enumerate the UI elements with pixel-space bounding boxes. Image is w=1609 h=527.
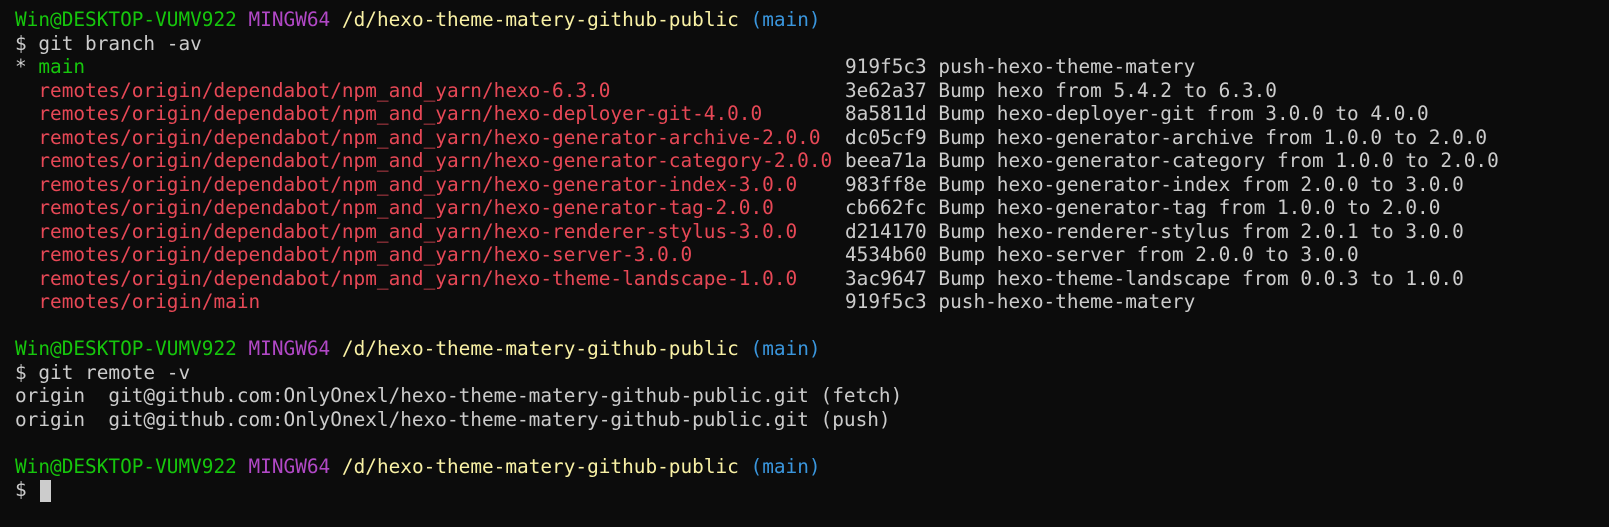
- commit-message: Bump hexo-renderer-stylus from 2.0.1 to …: [938, 219, 1464, 243]
- prompt-path: /d/hexo-theme-matery-github-public: [341, 8, 739, 31]
- commit-hash: 983ff8e: [845, 172, 927, 196]
- branch-prefix: [15, 102, 38, 125]
- branch-name: remotes/origin/dependabot/npm_and_yarn/h…: [38, 243, 693, 266]
- branch-prefix: [15, 79, 38, 102]
- commit-message: push-hexo-theme-matery: [938, 55, 1196, 78]
- branch-row: remotes/origin/dependabot/npm_and_yarn/h…: [15, 243, 1609, 267]
- prompt-git-branch: (main): [750, 454, 821, 478]
- prompt-user-host: Win@DESKTOP-VUMV922: [15, 8, 237, 31]
- commit-hash: cb662fc: [845, 196, 927, 219]
- branch-name: remotes/origin/dependabot/npm_and_yarn/h…: [38, 149, 833, 172]
- remote-url: git@github.com:OnlyOnexl/hexo-theme-mate…: [108, 384, 809, 407]
- branch-prefix: [15, 173, 38, 196]
- commit-hash: 3ac9647: [845, 266, 927, 290]
- branch-prefix: [15, 267, 38, 290]
- branch-row: * main 919f5c3 push-hexo-theme-matery: [15, 55, 1609, 79]
- command-text: $ git branch -av: [15, 31, 202, 55]
- commit-message: Bump hexo-generator-index from 2.0.0 to …: [938, 172, 1464, 196]
- remote-type: (push): [820, 407, 891, 431]
- terminal-window[interactable]: Win@DESKTOP-VUMV922 MINGW64 /d/hexo-them…: [0, 0, 1609, 527]
- branch-name: remotes/origin/dependabot/npm_and_yarn/h…: [38, 219, 798, 243]
- branch-prefix: [15, 126, 38, 149]
- branch-row: remotes/origin/dependabot/npm_and_yarn/h…: [15, 196, 1609, 220]
- remote-type: (fetch): [820, 384, 903, 407]
- remote-url: git@github.com:OnlyOnexl/hexo-theme-mate…: [108, 407, 809, 431]
- text-cursor: [40, 479, 52, 502]
- prompt-user-host: Win@DESKTOP-VUMV922: [15, 454, 237, 478]
- branch-name: remotes/origin/dependabot/npm_and_yarn/h…: [38, 172, 798, 196]
- branch-name: remotes/origin/dependabot/npm_and_yarn/h…: [38, 266, 798, 290]
- branch-name: main: [38, 55, 86, 78]
- commit-hash: 919f5c3: [845, 290, 927, 313]
- branch-prefix: [15, 220, 38, 243]
- branch-row: remotes/origin/dependabot/npm_and_yarn/h…: [15, 220, 1609, 244]
- command-line: $ git branch -av: [15, 32, 1609, 56]
- prompt-line: Win@DESKTOP-VUMV922 MINGW64 /d/hexo-them…: [15, 455, 1609, 479]
- commit-message: push-hexo-theme-matery: [938, 290, 1196, 313]
- branch-row: remotes/origin/main 919f5c3 push-hexo-the…: [15, 290, 1609, 314]
- branch-row: remotes/origin/dependabot/npm_and_yarn/h…: [15, 126, 1609, 150]
- branch-prefix: [15, 290, 38, 313]
- commit-hash: d214170: [845, 219, 927, 243]
- command-line: $ git remote -v: [15, 361, 1609, 385]
- prompt-git-branch: (main): [750, 337, 821, 360]
- prompt-shell: MINGW64: [248, 337, 331, 360]
- command-text: $ git remote -v: [15, 360, 191, 384]
- commit-message: Bump hexo-generator-category from 1.0.0 …: [938, 149, 1499, 172]
- branch-row: remotes/origin/dependabot/npm_and_yarn/h…: [15, 102, 1609, 126]
- prompt-shell: MINGW64: [248, 454, 331, 478]
- commit-hash: beea71a: [845, 149, 927, 172]
- command-text: $: [15, 478, 27, 501]
- commit-hash: 919f5c3: [845, 55, 927, 78]
- branch-row: remotes/origin/dependabot/npm_and_yarn/h…: [15, 149, 1609, 173]
- branch-name: remotes/origin/dependabot/npm_and_yarn/h…: [38, 125, 821, 149]
- prompt-line: Win@DESKTOP-VUMV922 MINGW64 /d/hexo-them…: [15, 337, 1609, 361]
- commit-message: Bump hexo-theme-landscape from 0.0.3 to …: [938, 266, 1464, 290]
- branch-row: remotes/origin/dependabot/npm_and_yarn/h…: [15, 267, 1609, 291]
- branch-row: remotes/origin/dependabot/npm_and_yarn/h…: [15, 79, 1609, 103]
- branch-name: remotes/origin/dependabot/npm_and_yarn/h…: [38, 78, 611, 102]
- prompt-line: Win@DESKTOP-VUMV922 MINGW64 /d/hexo-them…: [15, 8, 1609, 32]
- prompt-git-branch: (main): [750, 8, 821, 31]
- branch-name: remotes/origin/dependabot/npm_and_yarn/h…: [38, 196, 774, 219]
- commit-message: Bump hexo-server from 2.0.0 to 3.0.0: [938, 243, 1359, 266]
- prompt-user-host: Win@DESKTOP-VUMV922: [15, 337, 237, 360]
- command-line[interactable]: $: [15, 478, 1609, 502]
- branch-prefix: [15, 149, 38, 172]
- remote-name: origin: [15, 407, 86, 431]
- commit-hash: 4534b60: [845, 243, 927, 266]
- commit-message: Bump hexo-deployer-git from 3.0.0 to 4.0…: [938, 102, 1429, 125]
- branch-row: remotes/origin/dependabot/npm_and_yarn/h…: [15, 173, 1609, 197]
- remote-name: origin: [15, 384, 86, 407]
- commit-hash: dc05cf9: [845, 125, 927, 149]
- commit-hash: 3e62a37: [845, 78, 927, 102]
- commit-message: Bump hexo-generator-archive from 1.0.0 t…: [938, 125, 1488, 149]
- branch-prefix: [15, 196, 38, 219]
- branch-name: remotes/origin/dependabot/npm_and_yarn/h…: [38, 102, 763, 125]
- commit-message: Bump hexo from 5.4.2 to 6.3.0: [938, 78, 1277, 102]
- remote-row: origin git@github.com:OnlyOnexl/hexo-the…: [15, 408, 1609, 432]
- commit-hash: 8a5811d: [845, 102, 927, 125]
- branch-prefix: [15, 243, 38, 266]
- branch-name: remotes/origin/main: [38, 290, 261, 313]
- prompt-path: /d/hexo-theme-matery-github-public: [341, 454, 739, 478]
- branch-prefix: *: [15, 55, 39, 78]
- remote-row: origin git@github.com:OnlyOnexl/hexo-the…: [15, 384, 1609, 408]
- prompt-path: /d/hexo-theme-matery-github-public: [341, 337, 739, 360]
- commit-message: Bump hexo-generator-tag from 1.0.0 to 2.…: [938, 196, 1441, 219]
- prompt-shell: MINGW64: [248, 8, 331, 31]
